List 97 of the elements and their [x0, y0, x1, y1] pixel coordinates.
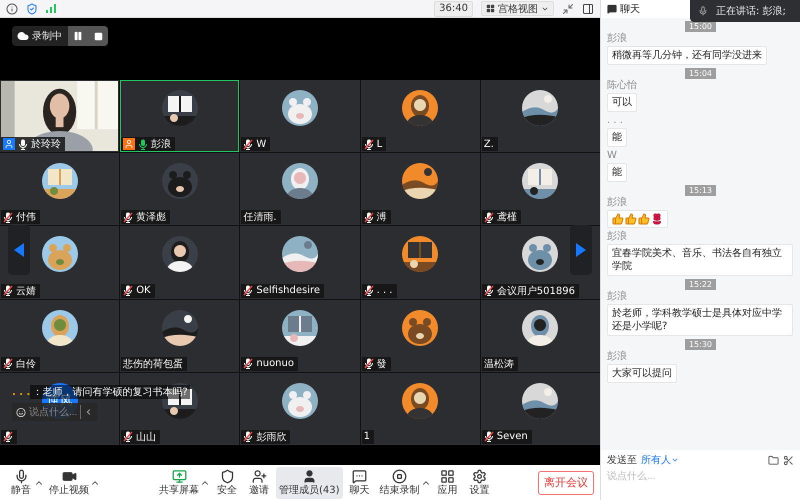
add-user-icon	[252, 469, 266, 484]
toolbar-button[interactable]: 邀请	[244, 466, 274, 498]
cloud-icon	[17, 30, 29, 42]
flower-icon	[651, 213, 663, 225]
recipient-dropdown[interactable]: 所有人	[641, 453, 679, 467]
participant-name: 1	[364, 431, 370, 442]
timestamp: 15:00	[684, 21, 716, 32]
sender-name: 彭浪	[607, 33, 627, 45]
chat-message: 宜春学院美术、音乐、书法各自有独立学院	[607, 244, 793, 276]
participant-name: 温松涛	[484, 358, 514, 371]
quick-chat-field[interactable]: 说点什么...	[12, 403, 97, 421]
participant-name: nuonuo	[256, 358, 294, 370]
toolbar-button[interactable]: 安全	[212, 466, 242, 498]
panel-title: 聊天	[620, 3, 640, 16]
emoji-icon[interactable]	[16, 406, 26, 418]
scissors-icon[interactable]	[783, 454, 794, 466]
timestamp: 15:22	[684, 279, 716, 290]
view-mode-dropdown[interactable]: 宫格视图	[481, 1, 554, 16]
participant-name: Z.	[484, 138, 494, 150]
stop-icon	[94, 32, 102, 40]
chat-icon	[352, 469, 368, 484]
apps-icon	[440, 469, 456, 484]
side-panel-icon[interactable]	[582, 2, 594, 14]
pause-icon	[73, 31, 83, 41]
chat-message: 可以	[607, 93, 637, 112]
chat-message: 稍微再等几分钟，还有同学没进来	[607, 46, 767, 65]
toolbar-button[interactable]: 静音	[6, 466, 36, 498]
participant-name: W	[256, 138, 266, 150]
pause-button[interactable]	[68, 26, 88, 46]
participant-name: 發	[376, 358, 387, 371]
participant-name: 会议用户501896	[496, 284, 575, 298]
participant-name: 彭雨欣	[256, 430, 286, 444]
sender-name: W	[607, 150, 617, 162]
participant-name: 山山	[136, 430, 156, 444]
toolbar-button[interactable]: 共享屏幕	[156, 466, 202, 498]
toolbar-button[interactable]: 管理成员(43)	[276, 466, 343, 498]
chat-message: 能	[607, 163, 627, 182]
toolbar-button[interactable]: 聊天	[344, 466, 375, 498]
caret-icon	[671, 456, 679, 464]
participant-name: 悲伤的荷包蛋	[123, 358, 184, 371]
stop-button[interactable]	[88, 26, 108, 46]
mic-icon	[698, 6, 708, 16]
thumbs-up-icon	[625, 213, 637, 225]
grid-icon	[486, 4, 495, 13]
chat-message: 於老师，学科教学硕士是具体对应中学还是小学呢?	[607, 304, 793, 336]
participant-name: . . .	[376, 285, 392, 296]
sender-name: . . .	[12, 386, 30, 398]
participant-name: Selfishdesire	[256, 285, 320, 296]
info-icon[interactable]	[6, 2, 18, 14]
chat-message: 大家可以提问	[607, 364, 677, 383]
sender-name: 彭浪	[607, 197, 627, 209]
toolbar-button[interactable]: 应用	[432, 466, 463, 498]
toolbar-button[interactable]: 停止视频	[46, 466, 92, 498]
sender-name: 彭浪	[607, 231, 627, 243]
speaking-text: 正在讲话: 彭浪;	[716, 4, 786, 18]
video-camera-icon	[62, 469, 76, 484]
chat-icon	[607, 4, 617, 14]
recording-label: 录制中	[31, 30, 63, 43]
participant-name: 鸢槿	[496, 210, 517, 224]
leave-meeting-button[interactable]: 离开会议	[538, 470, 594, 494]
minimize-icon[interactable]	[562, 2, 574, 14]
sender-name: 彭浪	[607, 291, 627, 303]
chat-input-field[interactable]: 说点什么...	[607, 471, 794, 482]
settings-icon	[472, 469, 488, 484]
timestamp: 15:04	[684, 68, 716, 79]
toolbar-button[interactable]: 设置	[464, 466, 495, 498]
toolbar-button[interactable]: 结束录制	[376, 466, 423, 498]
shield-icon[interactable]	[26, 2, 38, 14]
meeting-timer: 36:40	[434, 0, 473, 16]
person-icon	[302, 469, 317, 484]
monitor-icon	[172, 469, 186, 484]
sender-name: 彭浪	[607, 351, 627, 363]
left-arrow-icon	[14, 243, 24, 257]
participant-name: 付伟	[16, 211, 36, 224]
chat-message: 能	[607, 128, 627, 147]
participant-name: Seven	[496, 431, 528, 442]
mic-icon	[14, 469, 28, 484]
participant-name: 溥	[376, 210, 387, 224]
participant-name: OK	[136, 285, 151, 296]
timestamp: 15:30	[684, 339, 716, 350]
participant-name: 白伶	[16, 358, 36, 371]
participant-name: 彭浪	[151, 138, 172, 152]
shield-icon	[220, 469, 234, 484]
participant-name: 黄泽彪	[136, 210, 166, 224]
participant-name: 任清雨.	[243, 210, 277, 224]
thumbs-up-icon	[638, 213, 650, 225]
sender-name: 陈心怡	[607, 80, 637, 92]
participant-name: L	[376, 138, 382, 150]
thumbs-up-icon	[612, 213, 624, 225]
previous-page-button[interactable]	[8, 225, 30, 275]
sender-name: . . .	[607, 115, 623, 127]
participant-name: 云婧	[16, 284, 36, 298]
folder-icon[interactable]	[768, 454, 779, 466]
timestamp: 15:13	[684, 185, 716, 196]
stop-icon	[392, 469, 408, 484]
send-to-label: 发送至	[607, 454, 637, 467]
participant-name: 於玲玲	[31, 138, 61, 152]
